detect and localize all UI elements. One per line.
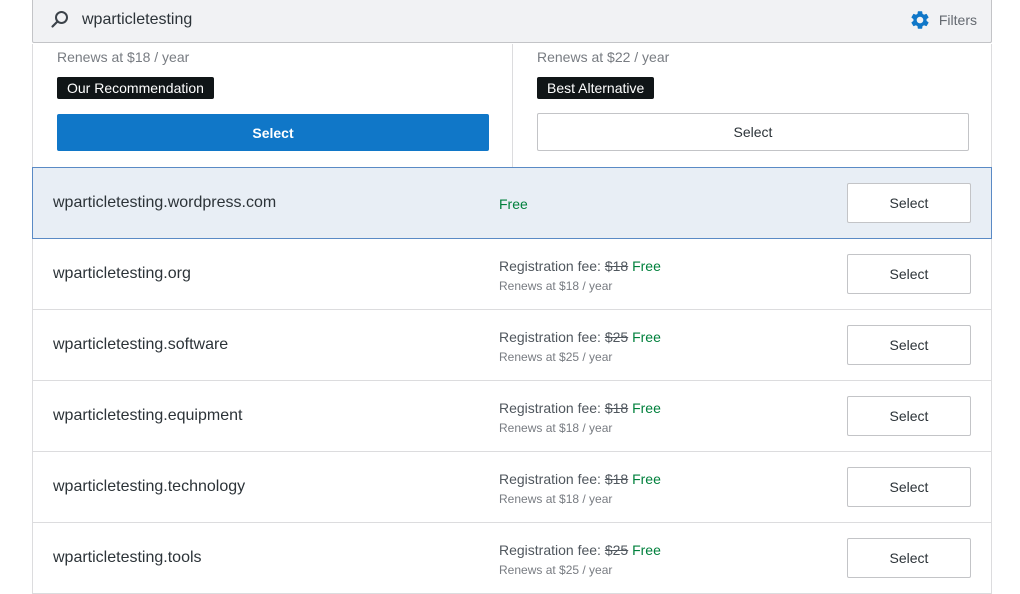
domain-search-input[interactable] <box>82 7 782 33</box>
domain-search-bar: Filters <box>32 0 992 43</box>
fee-label: Registration fee: <box>499 471 605 487</box>
domain-name: wparticletesting.technology <box>53 478 246 495</box>
domain-row[interactable]: wparticletesting.wordpress.com Free Sele… <box>32 167 992 239</box>
select-recommended-button[interactable]: Select <box>57 114 489 151</box>
fee-label: Registration fee: <box>499 329 605 345</box>
select-domain-button[interactable]: Select <box>847 254 971 294</box>
price-info: Free <box>499 195 528 213</box>
price-info: Registration fee: $18 Free Renews at $18… <box>499 257 661 295</box>
select-alternative-button[interactable]: Select <box>537 113 969 151</box>
select-domain-button[interactable]: Select <box>847 538 971 578</box>
original-price: $18 <box>604 471 629 487</box>
recommendation-badge: Our Recommendation <box>57 77 214 99</box>
free-label: Free <box>632 258 661 274</box>
gear-icon <box>909 9 931 31</box>
free-label: Free <box>632 329 661 345</box>
price-info: Registration fee: $25 Free Renews at $25… <box>499 541 661 579</box>
domain-row[interactable]: wparticletesting.org Registration fee: $… <box>32 239 992 310</box>
renewal-price: Renews at $25 / year <box>499 350 613 364</box>
price-info: Registration fee: $25 Free Renews at $25… <box>499 328 661 366</box>
domain-name: wparticletesting.equipment <box>53 407 243 424</box>
domain-name: wparticletesting.wordpress.com <box>53 194 277 211</box>
alternative-badge: Best Alternative <box>537 77 655 99</box>
domain-row[interactable]: wparticletesting.software Registration f… <box>32 310 992 381</box>
fee-label: Registration fee: <box>499 542 605 558</box>
free-label: Free <box>632 542 661 558</box>
original-price: $18 <box>604 258 629 274</box>
original-price: $25 <box>604 329 629 345</box>
domain-row[interactable]: wparticletesting.equipment Registration … <box>32 381 992 452</box>
domain-row[interactable]: wparticletesting.technology Registration… <box>32 452 992 523</box>
renewal-price: Renews at $18 / year <box>57 49 190 65</box>
select-domain-button[interactable]: Select <box>847 467 971 507</box>
original-price: $18 <box>604 400 629 416</box>
renewal-price: Renews at $25 / year <box>499 563 613 577</box>
domain-name: wparticletesting.tools <box>53 549 202 566</box>
recommended-domain-card: Renews at $18 / year Our Recommendation … <box>33 44 513 167</box>
domain-name: wparticletesting.software <box>53 336 229 353</box>
fee-label: Registration fee: <box>499 400 605 416</box>
free-label: Free <box>499 196 528 212</box>
filters-button[interactable]: Filters <box>909 7 977 33</box>
select-domain-button[interactable]: Select <box>847 396 971 436</box>
original-price: $25 <box>604 542 629 558</box>
recommendation-panel: Renews at $18 / year Our Recommendation … <box>32 44 992 167</box>
renewal-price: Renews at $18 / year <box>499 421 613 435</box>
select-domain-button[interactable]: Select <box>847 183 971 223</box>
domain-results-list: wparticletesting.wordpress.com Free Sele… <box>32 167 992 594</box>
price-info: Registration fee: $18 Free Renews at $18… <box>499 399 661 437</box>
free-label: Free <box>632 400 661 416</box>
renewal-price: Renews at $18 / year <box>499 279 613 293</box>
renewal-price: Renews at $18 / year <box>499 492 613 506</box>
domain-name: wparticletesting.org <box>53 265 191 282</box>
search-icon[interactable] <box>49 9 71 31</box>
select-domain-button[interactable]: Select <box>847 325 971 365</box>
price-info: Registration fee: $18 Free Renews at $18… <box>499 470 661 508</box>
filters-label: Filters <box>938 12 977 28</box>
domain-row[interactable]: wparticletesting.tools Registration fee:… <box>32 523 992 594</box>
fee-label: Registration fee: <box>499 258 605 274</box>
alternative-domain-card: Renews at $22 / year Best Alternative Se… <box>513 44 992 167</box>
free-label: Free <box>632 471 661 487</box>
renewal-price: Renews at $22 / year <box>537 49 670 65</box>
